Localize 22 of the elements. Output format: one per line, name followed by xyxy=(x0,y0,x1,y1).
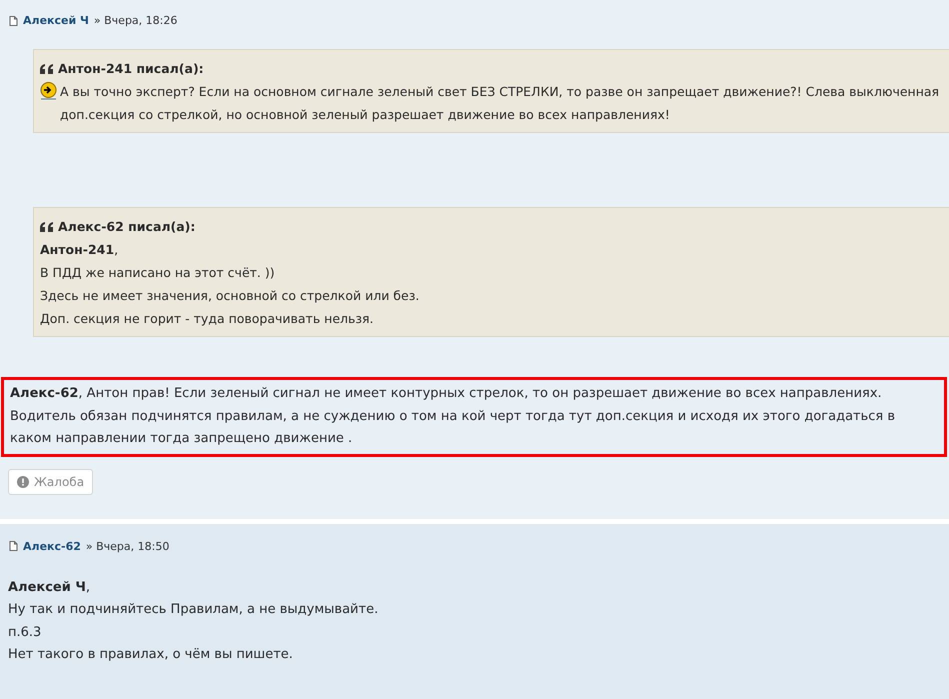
document-icon xyxy=(9,541,18,551)
quote-text: Антон-241, xyxy=(40,241,118,259)
quote-icon xyxy=(40,64,54,74)
post-date: » Вчера, 18:26 xyxy=(94,14,178,27)
document-icon xyxy=(9,16,18,26)
post-text: Ну так и подчиняйтесь Правилам, а не выдумывайте. xyxy=(8,602,378,617)
author-link[interactable]: Алексей Ч xyxy=(23,14,89,27)
quote-text: А вы точно эксперт? Если на основном сигнале зеленый свет БЕЗ СТРЕЛКИ, то разве он запрещает движение?! Слева выключенная доп.секция со стрелкой, но основной зеленый разрешает движение во всех направлениях! xyxy=(60,83,940,124)
post-text: п.6.3 xyxy=(8,624,42,640)
quote-author: Алекс-62 писал(а): xyxy=(58,218,196,236)
quote-text: В ПДД же написано на этот счёт. )) xyxy=(40,264,275,282)
post-text: Нет такого в правилах, о чём вы пишете. xyxy=(8,647,293,662)
post-text: Алекс-62, Антон прав! Если зеленый сигнал не имеет контурных стрелок, то он разрешает движение во всех направлениях. Водитель обязан подчинятся правилам, а не суждению о том на кой черт тогда тут доп.секция и исходя их этого догадаться в каком направлении тогда запрещено движение . xyxy=(10,386,896,446)
quote-icon xyxy=(40,222,54,232)
quote-text: Здесь не имеет значения, основной со стрелкой или без. xyxy=(40,287,420,305)
emoticon-icon xyxy=(40,82,57,100)
post-text: Алексей Ч, xyxy=(8,580,90,594)
warning-icon xyxy=(17,476,29,488)
author-link[interactable]: Алекс-62 xyxy=(23,540,81,552)
quote-text: Доп. секция не горит - туда поворачивать нельзя. xyxy=(40,310,374,328)
post-date: » Вчера, 18:50 xyxy=(86,540,170,552)
quote-author: Антон-241 писал(а): xyxy=(58,60,204,78)
